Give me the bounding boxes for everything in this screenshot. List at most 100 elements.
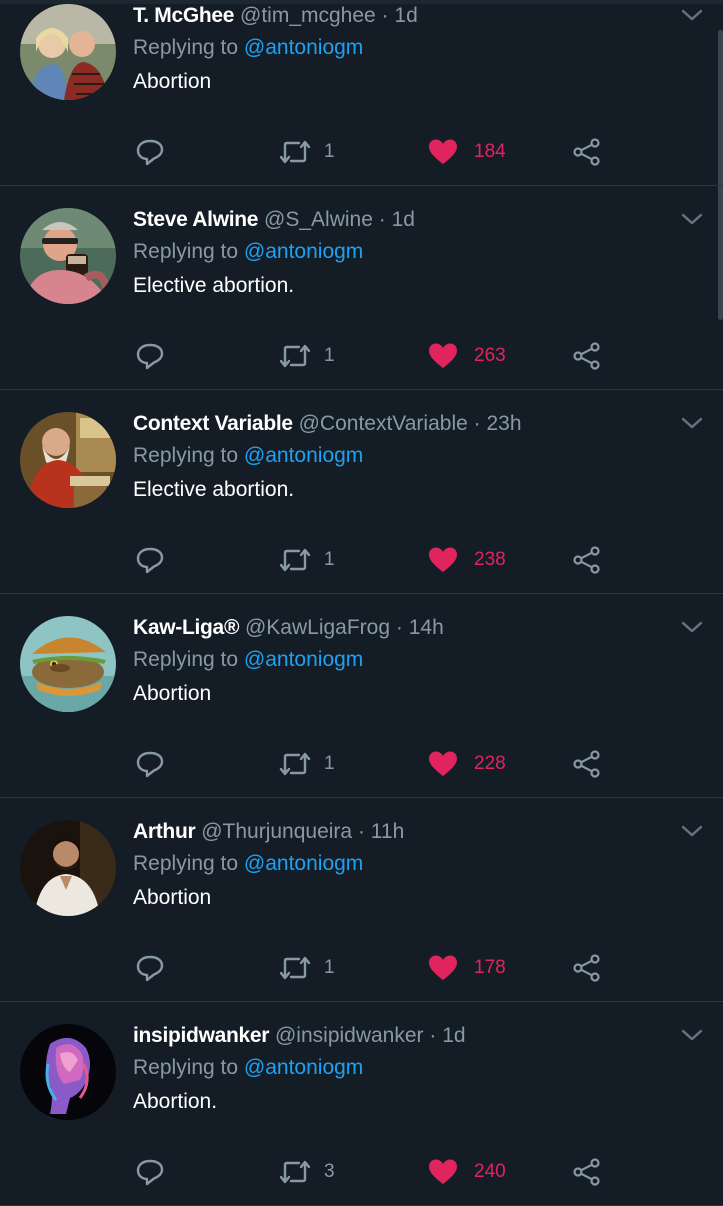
share-button[interactable]	[572, 341, 602, 371]
reply-feed: T. McGhee @tim_mcghee · 1d Replying to @…	[0, 0, 723, 1206]
replying-to-link[interactable]: @antoniogm	[244, 852, 363, 875]
timestamp[interactable]: 11h	[371, 820, 404, 843]
replying-to-link[interactable]: @antoniogm	[244, 648, 363, 671]
avatar[interactable]	[20, 208, 116, 304]
replying-to: Replying to @antoniogm	[133, 852, 363, 876]
reply-button[interactable]	[134, 137, 166, 167]
display-name[interactable]: T. McGhee	[133, 4, 234, 27]
separator: ·	[378, 208, 386, 231]
like-button[interactable]: 184	[428, 137, 506, 167]
reply-button[interactable]	[134, 1157, 166, 1187]
avatar[interactable]	[20, 4, 116, 100]
tweet[interactable]: Arthur @Thurjunqueira · 11h Replying to …	[0, 798, 723, 1002]
separator: ·	[473, 412, 481, 435]
retweet-icon	[279, 344, 311, 368]
reply-icon	[136, 955, 164, 982]
display-name[interactable]: Arthur	[133, 820, 196, 843]
share-button[interactable]	[572, 1157, 602, 1187]
heart-icon	[429, 751, 457, 776]
reply-button[interactable]	[134, 545, 166, 575]
share-button[interactable]	[572, 749, 602, 779]
like-button[interactable]: 178	[428, 953, 506, 983]
heart-icon	[429, 139, 457, 164]
display-name[interactable]: Steve Alwine	[133, 208, 258, 231]
share-button[interactable]	[572, 137, 602, 167]
action-bar: 1 263	[134, 341, 614, 371]
tweet-header: Arthur @Thurjunqueira · 11h	[133, 820, 404, 844]
avatar[interactable]	[20, 1024, 116, 1120]
action-bar: 1 178	[134, 953, 614, 983]
avatar[interactable]	[20, 616, 116, 712]
display-name[interactable]: Context Variable	[133, 412, 293, 435]
chevron-down-icon[interactable]	[681, 416, 703, 430]
tweet[interactable]: insipidwanker @insipidwanker · 1d Replyi…	[0, 1002, 723, 1206]
action-bar: 1 238	[134, 545, 614, 575]
chevron-down-icon[interactable]	[681, 1028, 703, 1042]
replying-to-link[interactable]: @antoniogm	[244, 444, 363, 467]
timestamp[interactable]: 23h	[486, 412, 521, 435]
action-bar: 3 240	[134, 1157, 614, 1187]
reply-button[interactable]	[134, 749, 166, 779]
like-count: 178	[474, 957, 506, 978]
replying-prefix: Replying to	[133, 240, 239, 263]
chevron-down-icon[interactable]	[681, 620, 703, 634]
user-handle[interactable]: @S_Alwine	[264, 208, 373, 231]
share-button[interactable]	[572, 953, 602, 983]
replying-to-link[interactable]: @antoniogm	[244, 240, 363, 263]
user-handle[interactable]: @insipidwanker	[275, 1024, 424, 1047]
replying-to: Replying to @antoniogm	[133, 648, 363, 672]
reply-button[interactable]	[134, 953, 166, 983]
reply-icon	[136, 751, 164, 778]
retweet-button[interactable]: 1	[278, 749, 335, 779]
avatar[interactable]	[20, 820, 116, 916]
tweet-header: insipidwanker @insipidwanker · 1d	[133, 1024, 466, 1048]
replying-to-link[interactable]: @antoniogm	[244, 36, 363, 59]
user-handle[interactable]: @ContextVariable	[299, 412, 468, 435]
display-name[interactable]: Kaw-Liga®	[133, 616, 239, 639]
user-handle[interactable]: @KawLigaFrog	[245, 616, 390, 639]
user-handle[interactable]: @Thurjunqueira	[201, 820, 352, 843]
chevron-down-icon[interactable]	[681, 8, 703, 22]
retweet-button[interactable]: 1	[278, 953, 335, 983]
retweet-button[interactable]: 1	[278, 137, 335, 167]
retweet-button[interactable]: 1	[278, 545, 335, 575]
like-button[interactable]: 228	[428, 749, 506, 779]
like-button[interactable]: 240	[428, 1157, 506, 1187]
retweet-button[interactable]: 3	[278, 1157, 335, 1187]
retweet-icon	[279, 956, 311, 980]
tweet[interactable]: Context Variable @ContextVariable · 23h …	[0, 390, 723, 594]
like-count: 228	[474, 753, 506, 774]
tweet-text: Abortion	[133, 70, 212, 93]
like-count: 263	[474, 345, 506, 366]
timestamp[interactable]: 14h	[409, 616, 444, 639]
timestamp[interactable]: 1d	[392, 208, 415, 231]
tweet[interactable]: T. McGhee @tim_mcghee · 1d Replying to @…	[0, 0, 723, 186]
avatar[interactable]	[20, 412, 116, 508]
display-name[interactable]: insipidwanker	[133, 1024, 269, 1047]
tweet-header: Context Variable @ContextVariable · 23h	[133, 412, 522, 436]
share-icon	[573, 1158, 600, 1186]
replying-to: Replying to @antoniogm	[133, 240, 363, 264]
like-button[interactable]: 238	[428, 545, 506, 575]
share-icon	[573, 954, 600, 982]
replying-to-link[interactable]: @antoniogm	[244, 1056, 363, 1079]
replying-prefix: Replying to	[133, 444, 239, 467]
share-button[interactable]	[572, 545, 602, 575]
reply-icon	[136, 343, 164, 370]
retweet-button[interactable]: 1	[278, 341, 335, 371]
retweet-icon	[279, 548, 311, 572]
timestamp[interactable]: 1d	[394, 4, 417, 27]
reply-button[interactable]	[134, 341, 166, 371]
like-button[interactable]: 263	[428, 341, 506, 371]
tweet[interactable]: Steve Alwine @S_Alwine · 1d Replying to …	[0, 186, 723, 390]
chevron-down-icon[interactable]	[681, 212, 703, 226]
share-icon	[573, 750, 600, 778]
tweet-header: Kaw-Liga® @KawLigaFrog · 14h	[133, 616, 444, 640]
heart-icon	[429, 343, 457, 368]
chevron-down-icon[interactable]	[681, 824, 703, 838]
tweet[interactable]: Kaw-Liga® @KawLigaFrog · 14h Replying to…	[0, 594, 723, 798]
replying-to: Replying to @antoniogm	[133, 444, 363, 468]
user-handle[interactable]: @tim_mcghee	[240, 4, 376, 27]
action-bar: 1 184	[134, 137, 614, 167]
timestamp[interactable]: 1d	[442, 1024, 465, 1047]
